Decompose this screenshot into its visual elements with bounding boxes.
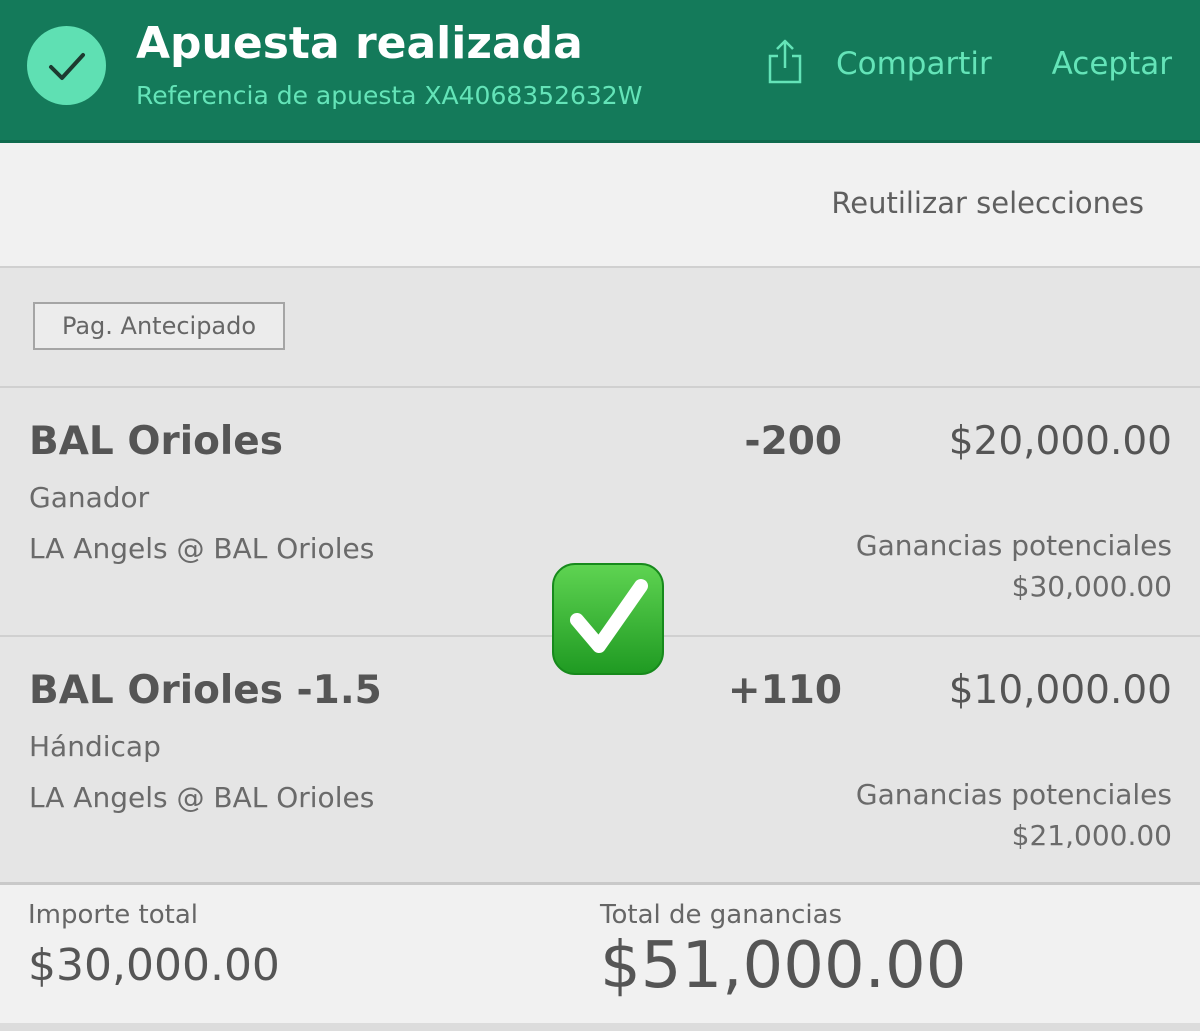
- selection-odds: +110: [727, 668, 842, 713]
- potential-winnings-value: $30,000.00: [1011, 570, 1172, 603]
- green-checkmark-emoji-icon: [551, 562, 665, 676]
- potential-winnings-label: Ganancias potenciales: [855, 529, 1172, 562]
- potential-winnings-value: $21,000.00: [1011, 819, 1172, 852]
- selection-odds: -200: [744, 419, 842, 464]
- divider: [0, 386, 1200, 388]
- share-button[interactable]: Compartir: [836, 45, 992, 83]
- reuse-selections-button[interactable]: Reutilizar selecciones: [831, 183, 1144, 223]
- selection-market: Hándicap: [29, 730, 161, 763]
- page-title: Apuesta realizada: [136, 18, 583, 69]
- total-stake-value: $30,000.00: [28, 940, 280, 991]
- selection-stake: $10,000.00: [948, 668, 1172, 713]
- selection-event: LA Angels @ BAL Orioles: [29, 781, 375, 814]
- share-icon[interactable]: [764, 38, 806, 88]
- selection-stake: $20,000.00: [948, 419, 1172, 464]
- potential-winnings-label: Ganancias potenciales: [855, 778, 1172, 811]
- selection-title: BAL Orioles -1.5: [29, 668, 382, 713]
- bet-reference: Referencia de apuesta XA4068352632W: [136, 81, 643, 110]
- total-stake-label: Importe total: [28, 900, 199, 930]
- early-payout-badge: Pag. Antecipado: [33, 302, 285, 350]
- selection-title: BAL Orioles: [29, 419, 283, 464]
- bet-confirmed-checkmark-icon: [27, 26, 106, 105]
- selection-event: LA Angels @ BAL Orioles: [29, 532, 375, 565]
- footer-edge: [0, 1023, 1200, 1031]
- total-winnings-value: $51,000.00: [600, 929, 967, 1003]
- selection-market: Ganador: [29, 481, 150, 514]
- divider: [0, 266, 1200, 268]
- bet-placed-header: Apuesta realizada Referencia de apuesta …: [0, 0, 1200, 140]
- accept-button[interactable]: Aceptar: [1052, 45, 1172, 83]
